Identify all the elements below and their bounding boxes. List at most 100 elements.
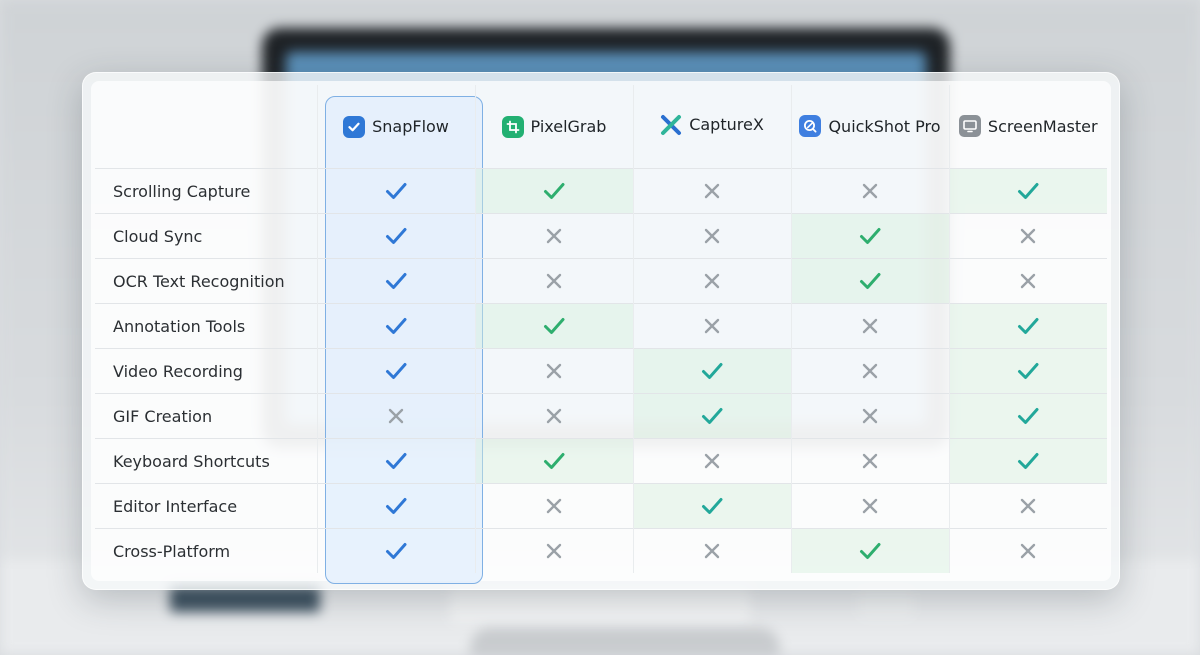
cross-icon bbox=[704, 318, 720, 334]
cross-icon bbox=[862, 183, 878, 199]
product-name: ScreenMaster bbox=[987, 116, 1098, 136]
cell-screenmaster bbox=[948, 438, 1107, 484]
check-icon bbox=[702, 363, 723, 379]
cross-icon bbox=[1021, 273, 1036, 289]
cross-icon bbox=[862, 408, 878, 424]
check-icon bbox=[386, 498, 407, 514]
cell-screenmaster bbox=[948, 483, 1107, 529]
cross-icon bbox=[546, 498, 562, 514]
feature-row: Video Recording bbox=[95, 348, 1107, 394]
cell-capturex bbox=[632, 303, 791, 349]
cross-icon bbox=[546, 543, 562, 559]
product-header-snapflow: SnapFlow bbox=[316, 85, 475, 169]
product-header-screenmaster: ScreenMaster bbox=[948, 85, 1107, 169]
product-name: QuickShot Pro bbox=[828, 116, 941, 136]
check-icon bbox=[386, 228, 407, 244]
mug bbox=[858, 590, 914, 618]
cell-quickshot-pro bbox=[790, 348, 949, 394]
product-name: PixelGrab bbox=[530, 117, 607, 136]
cell-capturex bbox=[632, 393, 791, 439]
cell-snapflow bbox=[316, 258, 475, 304]
cross-icon bbox=[388, 408, 404, 424]
cell-pixelgrab bbox=[474, 483, 633, 529]
check-icon bbox=[386, 318, 407, 334]
feature-label: Video Recording bbox=[95, 348, 317, 394]
cross-icon bbox=[862, 363, 878, 379]
cell-screenmaster bbox=[948, 528, 1107, 573]
cell-pixelgrab bbox=[474, 528, 633, 573]
cell-pixelgrab bbox=[474, 348, 633, 394]
cell-capturex bbox=[632, 168, 791, 214]
cell-screenmaster bbox=[948, 168, 1107, 214]
cell-quickshot-pro bbox=[790, 258, 949, 304]
cell-quickshot-pro bbox=[790, 168, 949, 214]
feature-row: Keyboard Shortcuts bbox=[95, 438, 1107, 484]
product-header-pixelgrab: PixelGrab bbox=[474, 85, 633, 169]
feature-label: GIF Creation bbox=[95, 393, 317, 439]
feature-row: Cross-Platform bbox=[95, 528, 1107, 573]
feature-rows: Scrolling Capture Cloud Sync OCR Text Reco… bbox=[95, 168, 1107, 573]
product-name: SnapFlow bbox=[372, 117, 449, 136]
cross-icon bbox=[1021, 498, 1036, 514]
cross-icon bbox=[546, 228, 562, 244]
cross-icon bbox=[546, 363, 562, 379]
cross-icon bbox=[704, 228, 720, 244]
cross-icon bbox=[546, 273, 562, 289]
cell-snapflow bbox=[316, 213, 475, 259]
cell-screenmaster bbox=[948, 258, 1107, 304]
cell-capturex bbox=[632, 438, 791, 484]
cell-quickshot-pro bbox=[790, 483, 949, 529]
cross-icon bbox=[704, 273, 720, 289]
snapflow-check-logo bbox=[343, 115, 366, 138]
cross-icon bbox=[546, 408, 562, 424]
header-corner bbox=[95, 85, 317, 169]
cell-snapflow bbox=[316, 438, 475, 484]
cross-icon bbox=[704, 543, 720, 559]
feature-label: Annotation Tools bbox=[95, 303, 317, 349]
check-icon bbox=[544, 183, 565, 199]
check-icon bbox=[860, 273, 881, 289]
cell-quickshot-pro bbox=[790, 438, 949, 484]
screenmaster-monitor-logo bbox=[958, 115, 981, 137]
check-icon bbox=[544, 453, 565, 469]
cell-pixelgrab bbox=[474, 168, 633, 214]
check-icon bbox=[860, 543, 881, 559]
feature-row: Cloud Sync bbox=[95, 213, 1107, 259]
cell-snapflow bbox=[316, 168, 475, 214]
check-icon bbox=[1018, 453, 1039, 469]
feature-label: Keyboard Shortcuts bbox=[95, 438, 317, 484]
cell-pixelgrab bbox=[474, 213, 633, 259]
feature-label: Cloud Sync bbox=[95, 213, 317, 259]
feature-label: OCR Text Recognition bbox=[95, 258, 317, 304]
cell-screenmaster bbox=[948, 393, 1107, 439]
feature-row: Annotation Tools bbox=[95, 303, 1107, 349]
cell-snapflow bbox=[316, 528, 475, 573]
check-icon bbox=[702, 408, 723, 424]
check-icon bbox=[702, 498, 723, 514]
cross-icon bbox=[704, 183, 720, 199]
feature-row: Editor Interface bbox=[95, 483, 1107, 529]
cell-pixelgrab bbox=[474, 438, 633, 484]
cell-snapflow bbox=[316, 393, 475, 439]
check-icon bbox=[386, 453, 407, 469]
cell-screenmaster bbox=[948, 213, 1107, 259]
feature-row: Scrolling Capture bbox=[95, 168, 1107, 214]
comparison-panel: SnapFlow PixelGrab CaptureX QuickShot Pr… bbox=[91, 81, 1111, 584]
cell-quickshot-pro bbox=[790, 213, 949, 259]
monitor-stand bbox=[470, 628, 780, 655]
keyboard bbox=[450, 586, 750, 622]
cross-icon bbox=[862, 318, 878, 334]
check-icon bbox=[544, 318, 565, 334]
capturex-x-logo bbox=[660, 114, 682, 136]
cell-snapflow bbox=[316, 348, 475, 394]
header-row: SnapFlow PixelGrab CaptureX QuickShot Pr… bbox=[95, 85, 1107, 169]
pixelgrab-crop-logo bbox=[501, 115, 524, 138]
cross-icon bbox=[1021, 228, 1036, 244]
feature-row: OCR Text Recognition bbox=[95, 258, 1107, 304]
feature-label: Editor Interface bbox=[95, 483, 317, 529]
cell-quickshot-pro bbox=[790, 528, 949, 573]
check-icon bbox=[1018, 408, 1039, 424]
feature-row: GIF Creation bbox=[95, 393, 1107, 439]
quickshot-lens-logo bbox=[799, 115, 822, 137]
check-icon bbox=[386, 273, 407, 289]
